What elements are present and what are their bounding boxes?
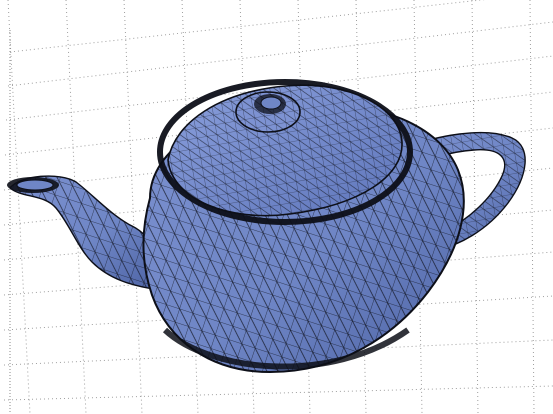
scene-canvas[interactable] [0, 0, 553, 414]
teapot-model[interactable] [7, 79, 526, 374]
3d-viewport[interactable] [0, 0, 553, 414]
